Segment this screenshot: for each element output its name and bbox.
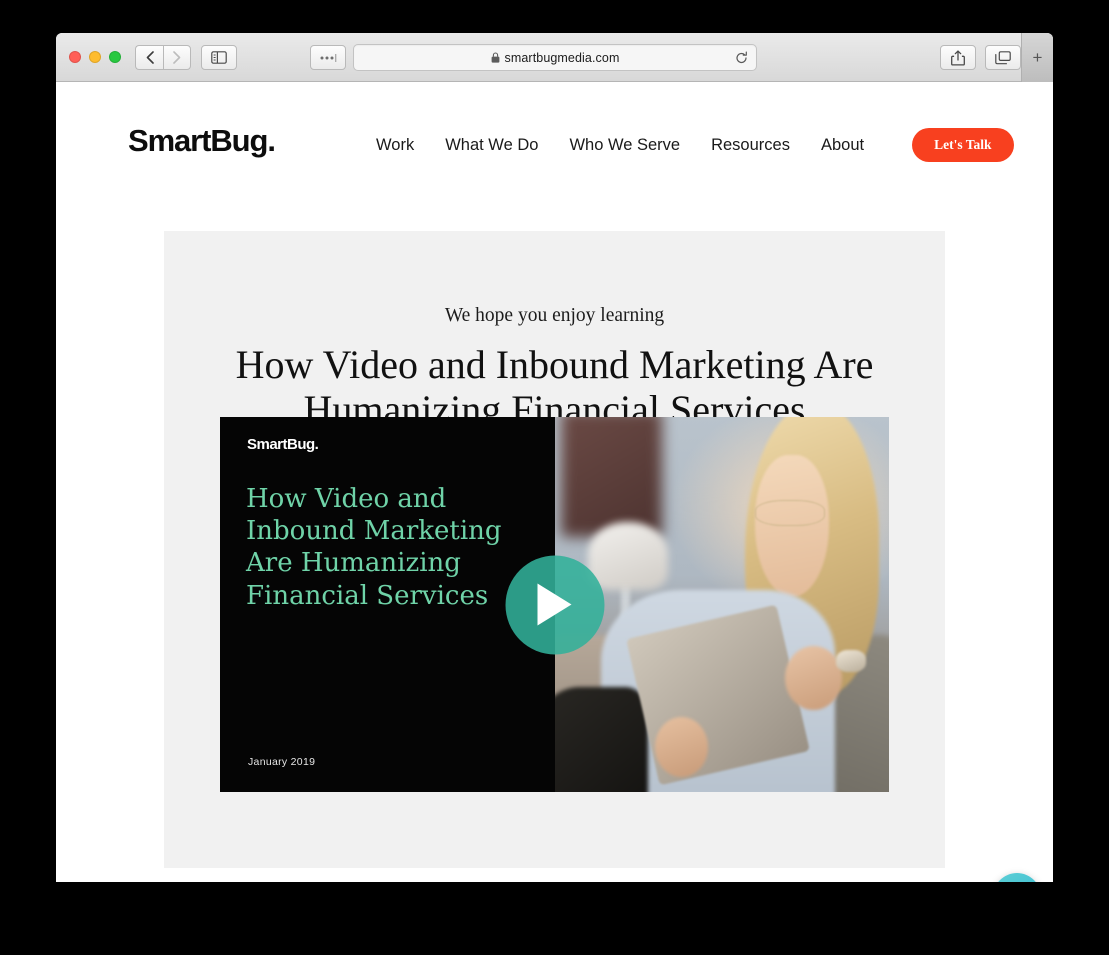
nav-item-about[interactable]: About: [821, 136, 864, 155]
photo-glasses: [755, 499, 826, 526]
photo-wall-frame: [561, 417, 662, 537]
chevron-right-icon: [173, 51, 181, 64]
video-thumbnail-photo: [554, 417, 889, 792]
video-player[interactable]: SmartBug. How Video and Inbound Marketin…: [220, 417, 889, 792]
forward-button[interactable]: [163, 45, 191, 70]
site-logo[interactable]: SmartBug.: [128, 123, 276, 159]
window-controls: [69, 51, 121, 63]
photo-person-face: [755, 454, 829, 597]
nav-item-what-we-do[interactable]: What We Do: [445, 136, 538, 155]
maximize-window-button[interactable]: [109, 51, 121, 63]
nav-item-work[interactable]: Work: [376, 136, 414, 155]
ellipsis-icon: [320, 53, 337, 62]
tab-overview-icon: [995, 50, 1011, 64]
share-icon: [951, 49, 965, 66]
main-navigation: Work What We Do Who We Serve Resources A…: [376, 128, 1014, 162]
video-brand-logo: SmartBug.: [247, 436, 319, 453]
new-tab-label: +: [1032, 47, 1043, 67]
lock-icon: [491, 52, 500, 63]
nav-item-who-we-serve[interactable]: Who We Serve: [569, 136, 680, 155]
eyebrow-text: We hope you enjoy learning: [444, 305, 665, 326]
lets-talk-button[interactable]: Let's Talk: [912, 128, 1014, 162]
photo-left-hand: [654, 717, 709, 777]
photo-wristwatch: [835, 649, 866, 672]
play-icon: [537, 583, 572, 626]
photo-right-hand: [785, 645, 843, 710]
url-text: smartbugmedia.com: [504, 50, 620, 65]
browser-window: smartbugmedia.com + SmartBug. Work What …: [56, 33, 1053, 882]
video-title-text: How Video and Inbound Marketing Are Huma…: [246, 484, 502, 611]
page-content: SmartBug. Work What We Do Who We Serve R…: [56, 82, 1053, 882]
reload-icon: [736, 51, 747, 63]
close-window-button[interactable]: [69, 51, 81, 63]
back-button[interactable]: [135, 45, 163, 70]
toolbar-overflow-button[interactable]: [310, 45, 346, 70]
sidebar-toggle-icon: [211, 51, 227, 64]
chat-widget-button[interactable]: [993, 873, 1041, 882]
photo-lamp: [587, 522, 669, 590]
nav-item-resources[interactable]: Resources: [711, 136, 790, 155]
chevron-left-icon: [146, 51, 154, 64]
sidebar-toggle-button[interactable]: [201, 45, 237, 70]
tab-overview-button[interactable]: [985, 45, 1021, 70]
video-date-text: January 2019: [248, 756, 316, 768]
photo-person-legs: [554, 687, 649, 792]
reload-button[interactable]: [735, 51, 748, 64]
share-button[interactable]: [940, 45, 976, 70]
address-bar[interactable]: smartbugmedia.com: [353, 44, 757, 71]
minimize-window-button[interactable]: [89, 51, 101, 63]
play-button[interactable]: [505, 555, 604, 654]
new-tab-button[interactable]: +: [1021, 33, 1053, 82]
browser-toolbar: smartbugmedia.com +: [56, 33, 1053, 82]
site-header: SmartBug. Work What We Do Who We Serve R…: [56, 82, 1053, 182]
content-card: We hope you enjoy learning How Video and…: [164, 231, 945, 868]
